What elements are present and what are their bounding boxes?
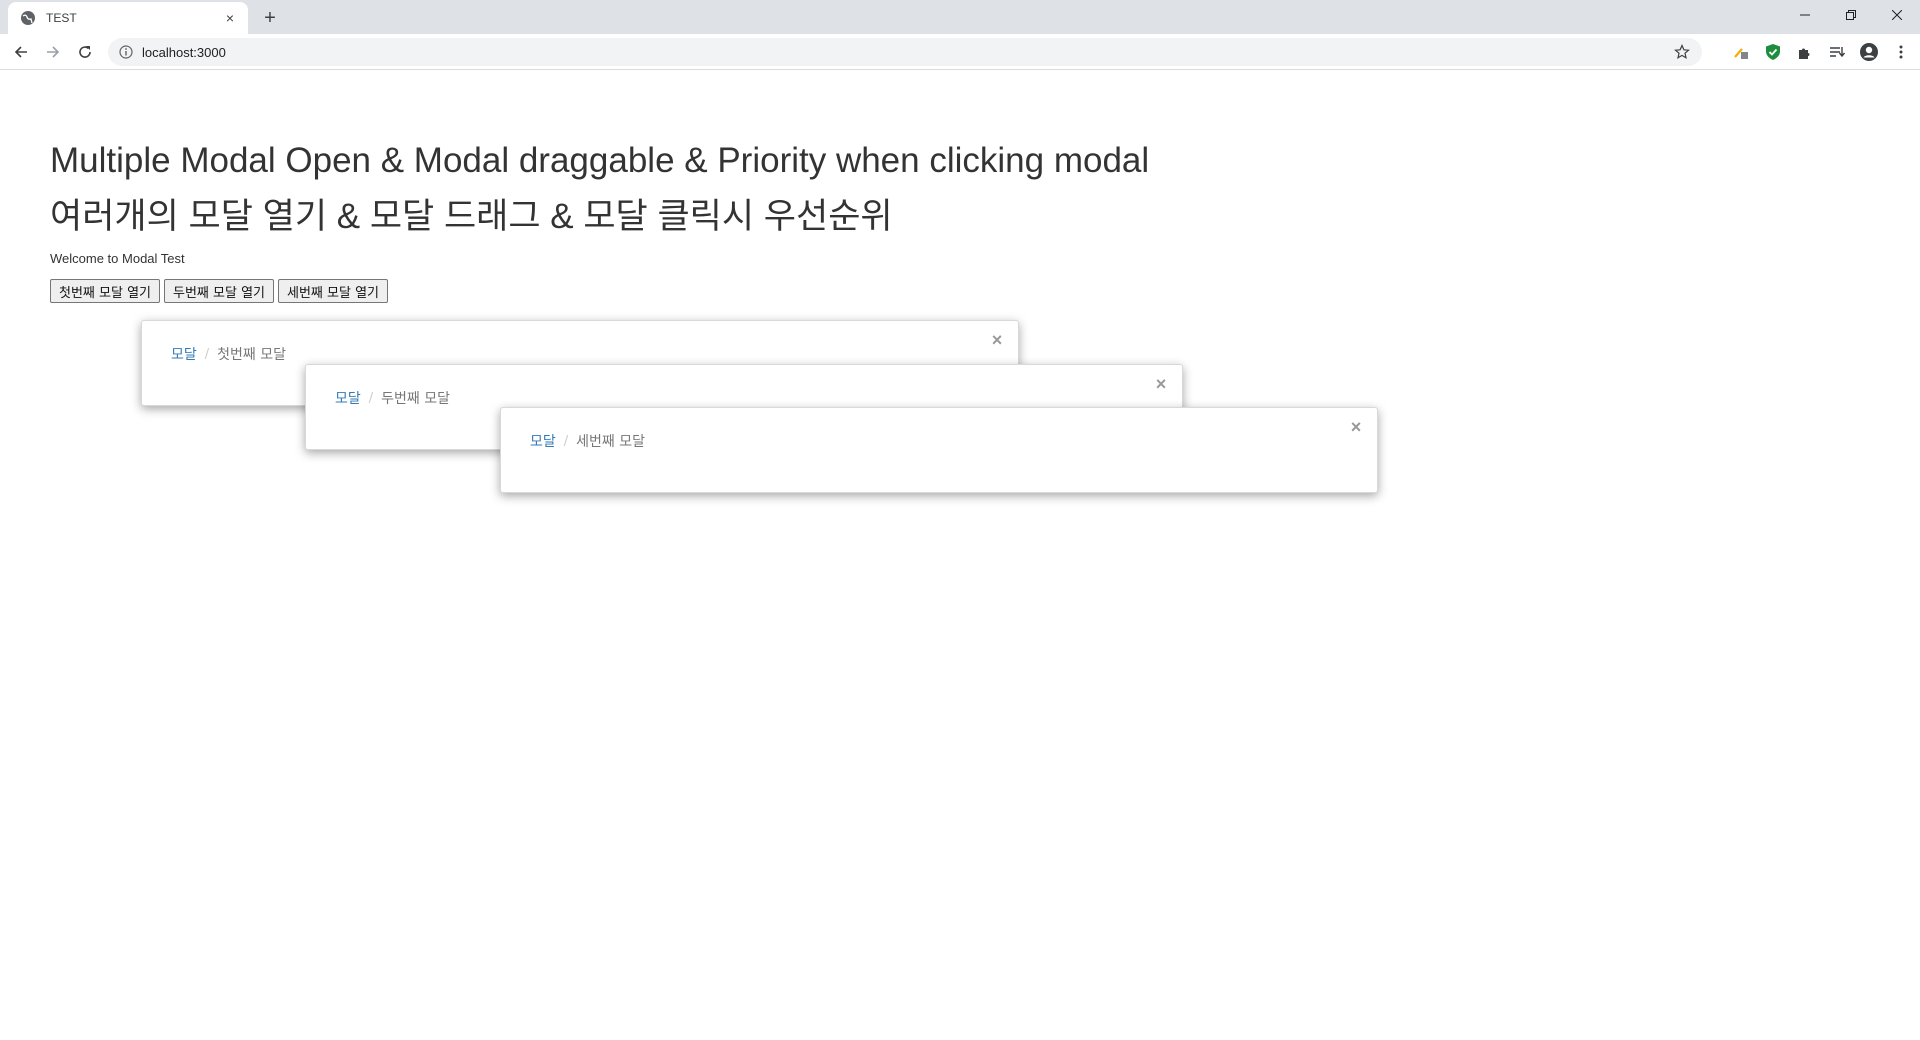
forward-arrow-icon[interactable] [40, 39, 66, 65]
extension-tool-icon[interactable] [1728, 39, 1754, 65]
more-menu-icon[interactable] [1888, 39, 1914, 65]
breadcrumb-separator: / [204, 346, 210, 362]
shield-check-icon[interactable] [1760, 39, 1786, 65]
breadcrumb-current: 첫번째 모달 [217, 347, 287, 363]
breadcrumb-link[interactable]: 모달 [530, 431, 556, 451]
reload-icon[interactable] [72, 39, 98, 65]
close-icon[interactable]: × [1349, 418, 1363, 436]
modal-breadcrumb: 모달 / 두번째 모달 [335, 388, 450, 408]
extensions-area [1728, 39, 1914, 65]
breadcrumb-separator: / [563, 433, 569, 449]
tab-title: TEST [46, 11, 77, 25]
open-third-modal-button[interactable]: 세번째 모달 열기 [278, 279, 388, 303]
new-tab-button[interactable]: + [258, 6, 282, 30]
close-window-button[interactable] [1874, 0, 1920, 30]
restore-button[interactable] [1828, 0, 1874, 30]
profile-avatar-icon[interactable] [1856, 39, 1882, 65]
breadcrumb-link[interactable]: 모달 [171, 344, 197, 364]
close-icon[interactable]: × [1154, 375, 1168, 393]
close-icon[interactable]: × [990, 331, 1004, 349]
page-title-english: Multiple Modal Open & Modal draggable & … [50, 141, 1150, 180]
open-second-modal-button[interactable]: 두번째 모달 열기 [164, 279, 274, 303]
puzzle-extensions-icon[interactable] [1792, 39, 1818, 65]
third-modal[interactable]: 모달 / 세번째 모달 × [500, 407, 1378, 493]
breadcrumb-link[interactable]: 모달 [335, 388, 361, 408]
reading-list-icon[interactable] [1824, 39, 1850, 65]
tab-close-icon[interactable]: × [222, 10, 238, 26]
breadcrumb-current: 두번째 모달 [381, 391, 451, 407]
window-controls [1782, 0, 1920, 30]
page-title-korean: 여러개의 모달 열기 & 모달 드래그 & 모달 클릭시 우선순위 [50, 197, 893, 236]
open-first-modal-button[interactable]: 첫번째 모달 열기 [50, 279, 160, 303]
browser-tab[interactable]: TEST × [8, 2, 248, 34]
info-icon[interactable] [118, 44, 134, 60]
bookmark-star-icon[interactable] [1674, 44, 1690, 60]
breadcrumb-current: 세번째 모달 [576, 434, 646, 450]
browser-toolbar: localhost:3000 [0, 34, 1920, 70]
open-modal-buttons: 첫번째 모달 열기 두번째 모달 열기 세번째 모달 열기 [50, 279, 388, 303]
address-bar[interactable]: localhost:3000 [108, 38, 1702, 66]
browser-tabstrip: TEST × + [0, 0, 1920, 34]
modal-breadcrumb: 모달 / 첫번째 모달 [171, 344, 286, 364]
back-arrow-icon[interactable] [8, 39, 34, 65]
minimize-button[interactable] [1782, 0, 1828, 30]
breadcrumb-separator: / [368, 390, 374, 406]
page-content: Multiple Modal Open & Modal draggable & … [0, 71, 1920, 1040]
modal-breadcrumb: 모달 / 세번째 모달 [530, 431, 645, 451]
url-text: localhost:3000 [142, 44, 226, 60]
welcome-text: Welcome to Modal Test [50, 251, 185, 266]
globe-icon [20, 10, 36, 26]
